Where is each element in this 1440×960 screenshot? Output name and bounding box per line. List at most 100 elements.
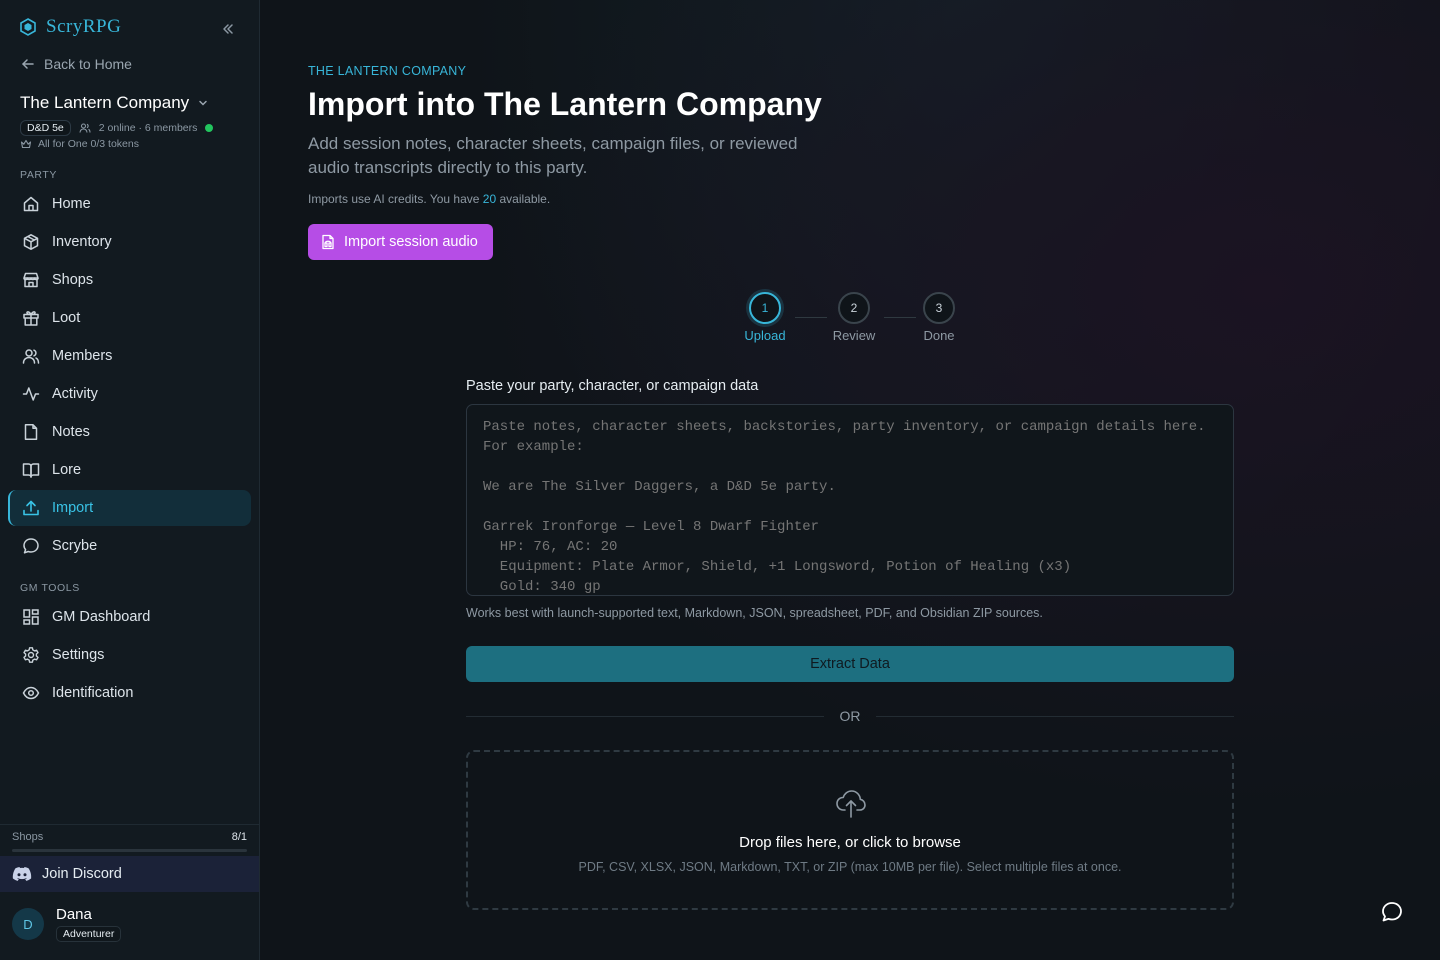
role-badge: Adventurer	[56, 926, 122, 942]
dropzone-subtitle: PDF, CSV, XLSX, JSON, Markdown, TXT, or …	[578, 860, 1122, 874]
import-session-audio-button[interactable]: Import session audio	[308, 224, 493, 260]
gift-icon	[22, 309, 40, 327]
sidebar-item-loot[interactable]: Loot	[8, 300, 251, 336]
step-review: 2 Review	[814, 292, 894, 343]
sidebar-item-activity[interactable]: Activity	[8, 376, 251, 412]
credits-prefix: Imports use AI credits. You have	[308, 192, 483, 206]
collapse-sidebar-icon[interactable]	[219, 20, 237, 38]
audio-button-label: Import session audio	[344, 234, 478, 250]
join-discord-button[interactable]: Join Discord	[0, 856, 259, 892]
user-profile[interactable]: D Dana Adventurer	[12, 906, 122, 942]
sidebar-item-label: Members	[52, 348, 113, 364]
sidebar-item-label: Inventory	[52, 234, 112, 250]
sidebar-item-home[interactable]: Home	[8, 186, 251, 222]
sidebar-item-lore[interactable]: Lore	[8, 452, 251, 488]
page-subtitle: Add session notes, character sheets, cam…	[308, 134, 798, 177]
sidebar-item-gm-dashboard[interactable]: GM Dashboard	[8, 599, 251, 635]
back-label: Back to Home	[44, 56, 132, 72]
sidebar-item-label: Settings	[52, 647, 105, 663]
usage-label: Shops	[12, 831, 44, 843]
chat-icon	[22, 537, 40, 555]
party-meta: D&D 5e 2 online · 6 members	[20, 120, 214, 136]
sidebar-item-shops[interactable]: Shops	[8, 262, 251, 298]
users-icon	[22, 347, 40, 365]
back-to-home-link[interactable]: Back to Home	[20, 56, 132, 72]
extract-data-button[interactable]: Extract Data	[466, 646, 1234, 682]
party-eyebrow: THE LANTERN COMPANY	[308, 64, 467, 78]
step-label: Review	[832, 328, 876, 343]
users-small-icon	[79, 122, 91, 134]
sidebar-item-label: Notes	[52, 424, 90, 440]
chat-bubble-icon[interactable]	[1380, 900, 1404, 924]
gm-tools-section-label: GM TOOLS	[20, 582, 80, 594]
crown-icon	[20, 138, 32, 150]
paste-data-textarea[interactable]	[466, 404, 1234, 596]
store-icon	[22, 271, 40, 289]
sidebar-item-label: Activity	[52, 386, 98, 402]
shops-usage: Shops 8/1	[0, 824, 259, 852]
activity-icon	[22, 385, 40, 403]
divider	[876, 716, 1234, 717]
usage-count: 8/1	[231, 831, 247, 843]
usage-bar	[12, 849, 247, 852]
step-number: 1	[749, 292, 781, 324]
step-label: Done	[923, 328, 955, 343]
step-number: 2	[838, 292, 870, 324]
system-badge: D&D 5e	[20, 120, 71, 136]
home-icon	[22, 195, 40, 213]
step-done: 3 Done	[899, 292, 979, 343]
discord-label: Join Discord	[42, 866, 122, 882]
party-section-label: PARTY	[20, 169, 58, 181]
paste-data-label: Paste your party, character, or campaign…	[466, 378, 759, 394]
tokens-status: All for One 0/3 tokens	[20, 138, 139, 150]
presence-text: 2 online · 6 members	[98, 122, 198, 134]
credits-count: 20	[482, 192, 497, 206]
brand[interactable]: ScryRPG	[20, 16, 121, 38]
sidebar-item-scrybe[interactable]: Scrybe	[8, 528, 251, 564]
supported-sources-hint: Works best with launch-supported text, M…	[466, 606, 1043, 620]
sidebar-item-import[interactable]: Import	[8, 490, 251, 526]
sidebar-item-inventory[interactable]: Inventory	[8, 224, 251, 260]
book-icon	[22, 461, 40, 479]
tokens-text: All for One 0/3 tokens	[38, 138, 139, 150]
discord-icon	[12, 866, 32, 882]
dropzone-title: Drop files here, or click to browse	[739, 834, 961, 851]
cloud-upload-icon	[834, 786, 868, 820]
box-icon	[22, 233, 40, 251]
sidebar-item-label: Shops	[52, 272, 94, 288]
sidebar-item-settings[interactable]: Settings	[8, 637, 251, 673]
audio-file-icon	[320, 234, 336, 250]
party-switcher[interactable]: The Lantern Company	[20, 93, 209, 113]
credits-suffix: available.	[496, 192, 551, 206]
user-name: Dana	[56, 906, 92, 923]
credits-info: Imports use AI credits. You have 20 avai…	[308, 192, 550, 206]
sidebar-item-identification[interactable]: Identification	[8, 675, 251, 711]
sidebar-item-label: Import	[52, 500, 94, 516]
sidebar-item-label: Home	[52, 196, 91, 212]
step-upload: 1 Upload	[725, 292, 805, 343]
file-icon	[22, 423, 40, 441]
page-title: Import into The Lantern Company	[308, 86, 822, 122]
sidebar-item-notes[interactable]: Notes	[8, 414, 251, 450]
sidebar-item-label: Lore	[52, 462, 82, 478]
gear-icon	[22, 646, 40, 664]
sidebar-item-label: Identification	[52, 685, 134, 701]
chevron-down-icon	[197, 97, 209, 109]
main-content: THE LANTERN COMPANY Import into The Lant…	[260, 0, 1440, 960]
or-separator: OR	[839, 708, 861, 724]
upload-icon	[22, 499, 40, 517]
step-number: 3	[923, 292, 955, 324]
avatar: D	[12, 908, 44, 940]
sidebar-item-label: Loot	[52, 310, 81, 326]
logo-icon	[20, 18, 36, 36]
sidebar-item-label: GM Dashboard	[52, 609, 151, 625]
party-name: The Lantern Company	[20, 93, 190, 112]
sidebar: ScryRPG Back to Home The Lantern Company…	[0, 0, 260, 960]
sidebar-item-members[interactable]: Members	[8, 338, 251, 374]
file-dropzone[interactable]: Drop files here, or click to browse PDF,…	[466, 750, 1234, 910]
eye-icon	[22, 684, 40, 702]
arrow-left-icon	[20, 56, 36, 72]
step-label: Upload	[744, 328, 786, 343]
sidebar-item-label: Scrybe	[52, 538, 98, 554]
online-indicator	[205, 124, 214, 132]
